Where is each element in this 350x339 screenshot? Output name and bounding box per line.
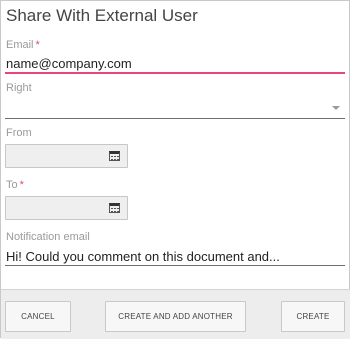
- right-select-underline: [5, 118, 345, 119]
- to-date-input[interactable]: [6, 197, 106, 219]
- to-required-mark: *: [19, 179, 24, 191]
- notification-email-field[interactable]: [5, 246, 345, 266]
- calendar-icon[interactable]: [109, 203, 120, 213]
- right-select[interactable]: [5, 97, 345, 119]
- dialog-footer: CANCEL CREATE AND ADD ANOTHER CREATE: [1, 289, 350, 339]
- dialog-title: Share With External User: [6, 6, 198, 25]
- create-button[interactable]: CREATE: [281, 301, 345, 332]
- email-label: Email *: [6, 39, 40, 51]
- notification-email-label: Notification email: [6, 231, 90, 243]
- notification-email-underline: [5, 265, 345, 266]
- create-and-add-another-button[interactable]: CREATE AND ADD ANOTHER: [105, 301, 246, 332]
- to-date-field: [5, 196, 128, 220]
- share-dialog: Share With External User Email* Right Fr…: [0, 0, 350, 339]
- email-field-underline: [5, 72, 345, 74]
- calendar-icon[interactable]: [109, 151, 120, 161]
- email-required-mark: *: [35, 39, 40, 51]
- from-date-field: [5, 144, 128, 168]
- from-date-input[interactable]: [6, 145, 106, 167]
- chevron-down-icon: [332, 106, 340, 110]
- to-label-text: To: [6, 179, 18, 191]
- email-label-text: Email: [6, 39, 34, 51]
- cancel-button[interactable]: CANCEL: [5, 301, 71, 332]
- right-label: Right: [6, 82, 32, 94]
- from-label: From: [6, 127, 32, 139]
- email-field[interactable]: [5, 53, 345, 73]
- to-label: To *: [6, 179, 24, 191]
